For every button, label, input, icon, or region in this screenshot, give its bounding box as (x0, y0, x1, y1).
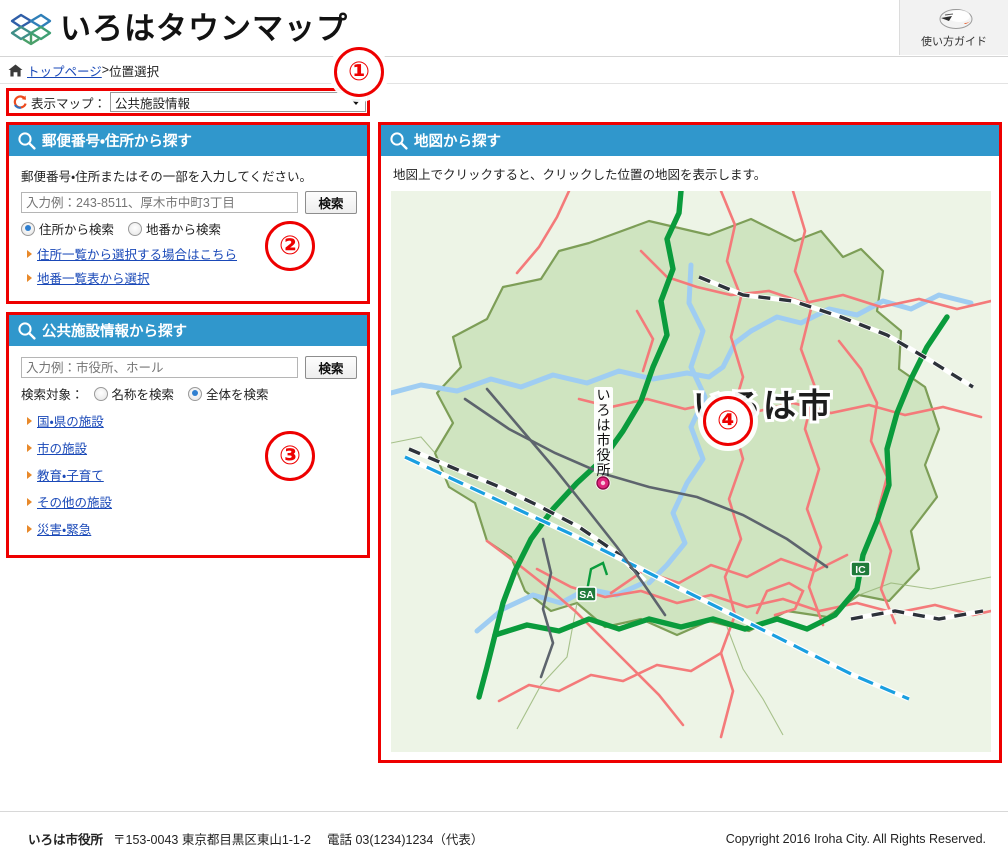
city-hall-label: いろは市役所 (597, 387, 611, 478)
radio-all-search-label: 全体を検索 (206, 384, 269, 403)
arrow-right-icon (27, 498, 32, 506)
footer-phone: 電話 03(1234)1234（代表） (327, 829, 483, 848)
facility-panel-header: 公共施設情報から探す (9, 315, 367, 346)
site-header: いろはタウンマップ 使い方ガイド (0, 0, 1008, 57)
facility-link-city[interactable]: 市の施設 (37, 438, 87, 457)
breadcrumb-current: 位置選択 (109, 61, 159, 80)
display-map-value: 公共施設情報 (115, 93, 190, 112)
list-item[interactable]: その他の施設 (21, 492, 357, 511)
box-logo-icon (8, 6, 54, 50)
radio-address-mode-label: 住所から検索 (39, 219, 114, 238)
address-search-input[interactable] (21, 192, 298, 213)
footer-contact: いろは市役所 〒153-0043 東京都目黒区東山1-1-2 電話 03(123… (28, 829, 483, 848)
address-search-panel: 郵便番号・住所から探す 郵便番号・住所またはその一部を入力してください。 検索 … (6, 122, 370, 304)
facility-search-row: 検索 (21, 356, 357, 379)
display-map-select[interactable]: 公共施設情報 (110, 92, 366, 112)
facility-panel-body: 検索 検索対象： 名称を検索 全体を検索 国・県 (9, 346, 367, 555)
chevron-down-icon (351, 99, 361, 105)
logo-area: いろはタウンマップ (0, 6, 348, 50)
map-panel-header: 地図から探す (381, 125, 999, 156)
display-map-label: 表示マップ： (31, 93, 106, 112)
facility-search-button[interactable]: 検索 (305, 356, 357, 379)
arrow-right-icon (27, 525, 32, 533)
annotation-badge-3: ③ (265, 431, 315, 481)
search-icon (17, 321, 36, 340)
refresh-icon (12, 94, 28, 110)
display-map-selector-row: 表示マップ： 公共施設情報 (6, 88, 370, 116)
facility-search-target-radios: 検索対象： 名称を検索 全体を検索 (21, 384, 357, 403)
usage-guide-label: 使い方ガイド (921, 33, 987, 49)
map-search-panel: 地図から探す 地図上でクリックすると、クリックした位置の地図を表示します。 (378, 122, 1002, 763)
facility-link-national[interactable]: 国・県の施設 (37, 411, 104, 430)
radio-address-mode[interactable]: 住所から検索 (21, 219, 114, 238)
facility-link-education[interactable]: 教育・子育て (37, 465, 104, 484)
address-panel-header: 郵便番号・住所から探す (9, 125, 367, 156)
radio-address-mode-dot (21, 222, 35, 236)
breadcrumb: トップページ > 位置選択 (0, 57, 1008, 84)
address-search-button[interactable]: 検索 (305, 191, 357, 214)
annotation-badge-2: ② (265, 221, 315, 271)
arrow-right-icon (27, 250, 32, 258)
facility-search-target-label: 検索対象： (21, 384, 84, 403)
map-instruction: 地図上でクリックすると、クリックした位置の地図を表示します。 (393, 164, 991, 183)
footer-address: 〒153-0043 東京都目黒区東山1-1-2 (113, 829, 311, 848)
lotnumber-list-link[interactable]: 地番一覧表から選択 (37, 268, 150, 287)
footer-office-name: いろは市役所 (28, 829, 103, 848)
radio-lotnumber-mode[interactable]: 地番から検索 (128, 219, 221, 238)
address-panel-body: 郵便番号・住所またはその一部を入力してください。 検索 住所から検索 地番から検… (9, 156, 367, 301)
facility-link-other[interactable]: その他の施設 (37, 492, 112, 511)
left-column: 郵便番号・住所から探す 郵便番号・住所またはその一部を入力してください。 検索 … (6, 122, 370, 566)
address-list-link[interactable]: 住所一覧から選択する場合はこちら (37, 244, 237, 263)
main-content: 郵便番号・住所から探す 郵便番号・住所またはその一部を入力してください。 検索 … (0, 116, 1008, 771)
facility-link-disaster[interactable]: 災害・緊急 (37, 519, 91, 538)
list-item[interactable]: 地番一覧表から選択 (21, 268, 357, 287)
interactive-map[interactable]: SA IC いろは市役所 (391, 191, 991, 752)
arrow-right-icon (27, 471, 32, 479)
radio-all-search[interactable]: 全体を検索 (188, 384, 269, 403)
annotation-badge-1: ① (334, 47, 384, 97)
usage-guide-button[interactable]: 使い方ガイド (899, 0, 1008, 55)
annotation-badge-4: ④ (703, 396, 753, 446)
city-hall-marker-group[interactable]: いろは市役所 (594, 387, 613, 491)
radio-lotnumber-mode-dot (128, 222, 142, 236)
mouse-icon (933, 6, 975, 32)
site-footer: いろは市役所 〒153-0043 東京都目黒区東山1-1-2 電話 03(123… (0, 811, 1008, 865)
arrow-right-icon (27, 274, 32, 282)
breadcrumb-top-link[interactable]: トップページ (27, 61, 102, 80)
list-item[interactable]: 災害・緊急 (21, 519, 357, 538)
ic-badge-label: IC (855, 564, 866, 576)
breadcrumb-separator: > (102, 63, 109, 77)
ic-badge: IC (851, 562, 870, 576)
page-title: いろはタウンマップ (60, 13, 348, 44)
map-panel-title: 地図から探す (414, 130, 501, 151)
search-icon (17, 131, 36, 150)
home-icon (8, 64, 23, 77)
right-column: 地図から探す 地図上でクリックすると、クリックした位置の地図を表示します。 (378, 122, 1002, 771)
radio-name-search-label: 名称を検索 (112, 384, 175, 403)
arrow-right-icon (27, 417, 32, 425)
address-hint: 郵便番号・住所またはその一部を入力してください。 (21, 166, 357, 185)
radio-name-search[interactable]: 名称を検索 (94, 384, 175, 403)
facility-search-input[interactable] (21, 357, 298, 378)
footer-copyright: Copyright 2016 Iroha City. All Rights Re… (726, 832, 986, 846)
radio-lotnumber-mode-label: 地番から検索 (146, 219, 221, 238)
facility-panel-title: 公共施設情報から探す (42, 320, 187, 341)
list-item[interactable]: 国・県の施設 (21, 411, 357, 430)
address-search-row: 検索 (21, 191, 357, 214)
sa-badge-label: SA (579, 589, 594, 601)
address-panel-title: 郵便番号・住所から探す (42, 130, 192, 151)
radio-all-search-dot (188, 387, 202, 401)
search-icon (389, 131, 408, 150)
facility-search-panel: 公共施設情報から探す 検索 検索対象： 名称を検索 全体を検索 (6, 312, 370, 558)
arrow-right-icon (27, 444, 32, 452)
map-panel-body: 地図上でクリックすると、クリックした位置の地図を表示します。 (381, 156, 999, 760)
radio-name-search-dot (94, 387, 108, 401)
